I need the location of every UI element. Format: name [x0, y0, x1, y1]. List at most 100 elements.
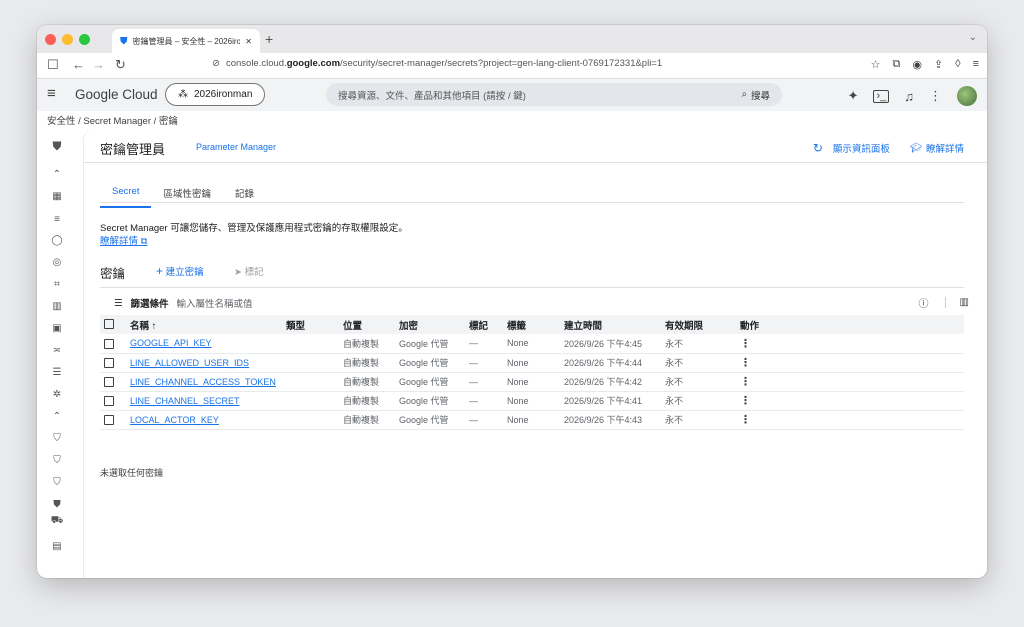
secret-location: 自動複製 [339, 410, 395, 430]
extension-icon[interactable]: ⧉ [892, 58, 900, 71]
back-icon[interactable]: ← [72, 58, 85, 72]
secrets-table: 名稱 ↑ 類型 位置 加密 標記 標籤 建立時間 有效期限 動作 GOOGLE_… [100, 315, 964, 430]
kebab-icon[interactable]: ⋮ [740, 357, 751, 369]
site-info-icon[interactable]: ⊘ [212, 58, 220, 69]
lock-shield-icon[interactable]: ⛊ [50, 499, 64, 510]
search-policy-icon[interactable]: ◎ [50, 257, 64, 268]
actions-cell: ⋮ [736, 353, 964, 373]
secret-name-link[interactable]: LINE_CHANNEL_SECRET [126, 391, 282, 411]
notifications-icon[interactable]: ♫ [904, 89, 914, 104]
secret-tag: — [465, 353, 503, 373]
secret-location: 自動複製 [339, 353, 395, 373]
list-icon[interactable]: ☰ [50, 367, 64, 378]
search-button[interactable]: ⌕ 搜尋 [742, 88, 770, 102]
secret-name-link[interactable]: LINE_CHANNEL_ACCESS_TOKEN [126, 372, 282, 392]
column-icon[interactable]: ▥ [944, 297, 969, 308]
compare-icon[interactable]: ≍ [50, 345, 64, 356]
secret-tag: — [465, 410, 503, 430]
forward-icon[interactable]: → [92, 58, 105, 72]
share-icon[interactable]: ⇪ [934, 58, 943, 71]
search-input[interactable]: 搜尋資源、文件、產品和其他項目 (請按 / 鍵) [338, 88, 742, 102]
chevron-up-icon[interactable]: ⌃ [50, 169, 64, 180]
secret-expiry: 永不 [661, 372, 736, 392]
secret-expiry: 永不 [661, 391, 736, 411]
hamburger-menu-icon[interactable]: ≡ [47, 85, 56, 102]
kebab-icon[interactable]: ⋮ [740, 338, 751, 350]
breadcrumb[interactable]: 安全性 / Secret Manager / 密鑰 [47, 113, 178, 127]
shield-outline-icon[interactable]: ◯ [50, 235, 64, 246]
secret-expiry: 永不 [661, 410, 736, 430]
minimize-window-button[interactable] [62, 34, 73, 45]
tab-logs[interactable]: 記錄 [223, 182, 266, 208]
secret-name-link[interactable]: LINE_ALLOWED_USER_IDS [126, 353, 282, 373]
secret-labels: None [503, 372, 560, 392]
row-checkbox[interactable] [104, 357, 114, 368]
header-name[interactable]: 名稱 ↑ [126, 315, 282, 334]
google-cloud-logo[interactable]: Google Cloud [75, 87, 158, 102]
security-shield-icon[interactable]: ⛊ [50, 139, 64, 154]
header-expiry: 有效期限 [661, 315, 736, 334]
badge-shield-icon[interactable]: ⛉ [50, 455, 64, 466]
row-checkbox[interactable] [104, 338, 114, 349]
row-checkbox[interactable] [104, 414, 114, 425]
grid-icon[interactable]: ▣ [50, 323, 64, 334]
secret-name-link[interactable]: GOOGLE_API_KEY [126, 334, 282, 354]
gear-icon[interactable]: ✲ [50, 389, 64, 400]
header-tag: 標記 [465, 315, 503, 334]
row-checkbox[interactable] [104, 376, 114, 387]
bookmark-icon[interactable]: ☆ [871, 58, 881, 71]
kebab-icon[interactable]: ⋮ [740, 395, 751, 407]
notes-icon[interactable]: ▤ [50, 541, 64, 552]
select-all-checkbox[interactable] [104, 319, 114, 330]
table-row: LOCAL_ACTOR_KEY 自動複製 Google 代管 — None 20… [100, 410, 964, 430]
secret-labels: None [503, 334, 560, 354]
secret-encryption: Google 代管 [395, 410, 465, 430]
filter-icon: ☰ [114, 297, 123, 309]
learn-more-button[interactable]: 瞭解詳情 [926, 141, 964, 155]
chart-icon[interactable]: ▥ [50, 301, 64, 312]
project-picker[interactable]: ⁂ 2026ironman [165, 83, 266, 106]
close-window-button[interactable] [45, 34, 56, 45]
reader-icon[interactable]: ◊ [955, 58, 960, 71]
cart-icon[interactable]: ⛟ [50, 515, 64, 528]
label-button[interactable]: ➤ 標記 [234, 264, 264, 278]
browser-tab[interactable]: ⛊ 密鑰管理員 – 安全性 – 2026ironn ✕ [112, 29, 260, 53]
gemini-icon[interactable]: ✦ [848, 88, 859, 104]
menu-icon[interactable]: ≡ [973, 58, 979, 71]
check-shield-icon[interactable]: ⛉ [50, 477, 64, 488]
chevron-up-icon-2[interactable]: ⌃ [50, 411, 64, 422]
kebab-icon[interactable]: ⋮ [740, 414, 751, 426]
create-secret-button[interactable]: + 建立密鑰 [156, 264, 204, 278]
nodes-icon[interactable]: ⌗ [50, 279, 64, 290]
new-tab-button[interactable]: + [265, 31, 273, 47]
sidebar-toggle-icon[interactable]: ☐ [47, 58, 59, 72]
close-tab-icon[interactable]: ✕ [245, 37, 252, 46]
chevron-down-icon[interactable]: ⌄ [969, 32, 977, 43]
key-shield-icon[interactable]: ⛉ [50, 433, 64, 444]
address-field[interactable]: ⊘ console.cloud.google.com/security/secr… [212, 58, 662, 69]
cloud-shell-icon[interactable]: ›_ [873, 89, 890, 103]
maximize-window-button[interactable] [79, 34, 90, 45]
findings-icon[interactable]: ≡ [50, 214, 64, 225]
shield-icon: ⛊ [120, 35, 128, 47]
filter-bar[interactable]: ☰ 篩選條件 輸入屬性名稱或值 [114, 296, 253, 311]
select-all-cell [100, 315, 126, 334]
filter-input[interactable]: 輸入屬性名稱或值 [177, 296, 253, 310]
secret-name-link[interactable]: LOCAL_ACTOR_KEY [126, 410, 282, 430]
avatar[interactable] [957, 86, 977, 106]
refresh-icon[interactable]: ↻ [813, 141, 823, 155]
account-icon[interactable]: ◉ [912, 58, 922, 71]
search-bar[interactable]: 搜尋資源、文件、產品和其他項目 (請按 / 鍵) ⌕ 搜尋 [326, 83, 782, 106]
help-icon[interactable]: ⓘ [919, 295, 929, 310]
parameter-manager-link[interactable]: Parameter Manager [196, 142, 276, 152]
show-info-panel-button[interactable]: 顯示資訊面板 [833, 141, 890, 155]
description-learn-more-link[interactable]: 瞭解詳情 ⧉ [100, 233, 147, 247]
tab-secret[interactable]: Secret [100, 182, 152, 208]
reload-icon[interactable]: ↻ [115, 58, 126, 72]
window-controls [45, 34, 90, 45]
dashboard-icon[interactable]: ▦ [50, 191, 64, 202]
more-options-icon[interactable]: ⋮ [929, 88, 942, 104]
row-checkbox[interactable] [104, 395, 114, 406]
kebab-icon[interactable]: ⋮ [740, 376, 751, 388]
tab-regional-secrets[interactable]: 區域性密鑰 [151, 182, 223, 208]
